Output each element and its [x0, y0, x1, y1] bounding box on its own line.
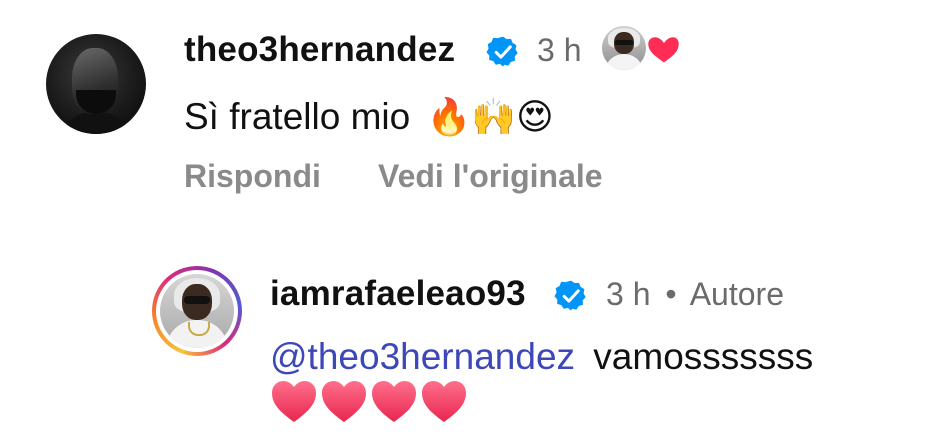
mention-link[interactable]: @theo3hernandez [270, 336, 575, 377]
heart-icon [645, 34, 680, 66]
heart-emoji [372, 381, 416, 422]
comment-text-content: Sì fratello mio [184, 96, 411, 137]
heart-emoji [422, 381, 466, 422]
comment-text: Sì fratello mio 🔥🙌😍 [184, 96, 554, 138]
verified-badge-icon [554, 280, 586, 311]
comment-username[interactable]: theo3hernandez [184, 30, 455, 70]
story-ring[interactable] [152, 266, 242, 356]
reply-button[interactable]: Rispondi [184, 158, 321, 195]
heart-emoji [322, 381, 366, 422]
see-original-button[interactable]: Vedi l'originale [378, 158, 603, 195]
heart-emojis [272, 381, 466, 422]
fire-emoji: 🔥 [426, 96, 472, 137]
author-label: Autore [689, 276, 784, 312]
separator-dot: • [665, 276, 677, 312]
comment-time: 3 h [537, 32, 582, 68]
reply-time: 3 h • Autore [606, 276, 784, 313]
heart-eyes-emoji: 😍 [516, 96, 554, 137]
heart-emoji [272, 381, 316, 422]
avatar[interactable] [46, 34, 146, 134]
avatar[interactable] [160, 274, 234, 348]
reply-username[interactable]: iamrafaeleao93 [270, 274, 526, 314]
verified-badge-icon [486, 36, 518, 67]
comment-theo3hernandez: theo3hernandez 3 h Sì fratello mio 🔥🙌😍 R… [0, 0, 942, 220]
reply-text-content: vamosssssss [593, 336, 814, 377]
reply-text: @theo3hernandez vamosssssss [270, 336, 813, 378]
reply-time-value: 3 h [606, 276, 651, 312]
hearts-row [270, 378, 468, 431]
raising-hands-emoji: 🙌 [471, 96, 517, 137]
